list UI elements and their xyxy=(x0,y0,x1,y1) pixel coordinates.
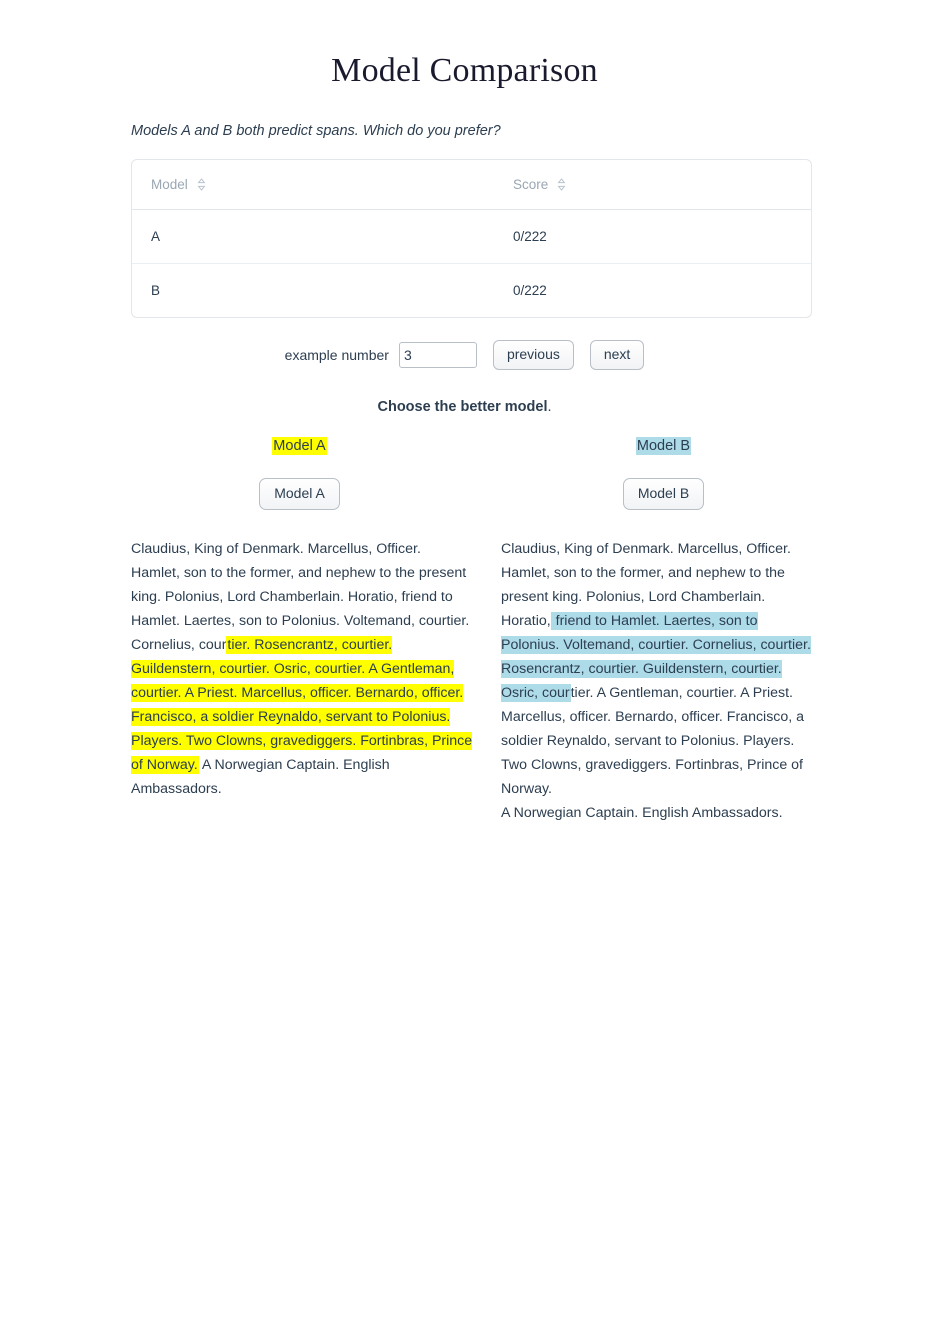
model-comparison-page: { "page": { "title": "Model Comparison",… xyxy=(0,0,929,1331)
cell-model: B xyxy=(151,283,161,298)
choose-instruction: Choose the better model. xyxy=(0,399,929,415)
model-b-text-last-line: A Norwegian Captain. English Ambassadors… xyxy=(501,804,783,821)
model-b-button-row: Model B xyxy=(501,477,816,510)
column-header-score[interactable]: Score xyxy=(513,160,811,210)
models-comparison-row: Model A Model A Claudius, King of Denmar… xyxy=(0,437,929,825)
score-table-body: A 0/222 B 0/222 xyxy=(132,209,811,318)
next-button[interactable]: next xyxy=(589,340,645,371)
model-b-prediction-text: Claudius, King of Denmark. Marcellus, Of… xyxy=(501,537,812,825)
cell-score: 0/222 xyxy=(513,209,811,264)
choose-instruction-period: . xyxy=(547,399,552,416)
select-model-b-button[interactable]: Model B xyxy=(622,477,705,510)
model-b-column: Model B Model B Claudius, King of Denmar… xyxy=(501,437,816,825)
cell-model: A xyxy=(132,209,513,264)
cell-score: 0/222 xyxy=(513,283,547,298)
column-header-model-label: Model xyxy=(151,177,188,192)
column-header-model[interactable]: Model xyxy=(132,160,513,210)
sort-chevron-icon[interactable] xyxy=(557,178,566,191)
model-a-button-row: Model A xyxy=(131,477,501,510)
select-model-a-button[interactable]: Model A xyxy=(259,477,340,510)
prompt-text: Models A and B both predict spans. Which… xyxy=(131,123,501,139)
model-a-heading: Model A xyxy=(131,437,501,456)
table-row[interactable]: B 0/222 xyxy=(132,264,811,318)
score-table-head: Model Score xyxy=(132,160,811,210)
model-a-column: Model A Model A Claudius, King of Denmar… xyxy=(131,437,501,825)
model-b-heading: Model B xyxy=(501,437,816,456)
model-a-heading-label: Model A xyxy=(272,437,327,456)
page-title: Model Comparison xyxy=(331,52,598,89)
model-a-prediction-text: Claudius, King of Denmark. Marcellus, Of… xyxy=(131,537,473,801)
table-row[interactable]: A 0/222 xyxy=(132,209,811,264)
score-table: Model Score A 0/222 B 0/222 xyxy=(132,160,811,317)
choose-instruction-bold: Choose the better model xyxy=(377,399,548,416)
model-a-text-highlight: tier. Rosencrantz, courtier. Guildenster… xyxy=(131,635,473,774)
example-number-label: example number xyxy=(284,347,389,364)
score-table-container: Model Score A 0/222 B 0/222 xyxy=(131,159,812,318)
column-header-score-label: Score xyxy=(513,177,549,192)
sort-chevron-icon[interactable] xyxy=(197,178,206,191)
example-number-input[interactable] xyxy=(398,342,477,369)
previous-button[interactable]: previous xyxy=(492,340,574,371)
model-b-heading-label: Model B xyxy=(635,437,692,456)
example-navigation-controls: example number previous next xyxy=(0,340,929,371)
score-table-header-row: Model Score xyxy=(132,160,811,210)
